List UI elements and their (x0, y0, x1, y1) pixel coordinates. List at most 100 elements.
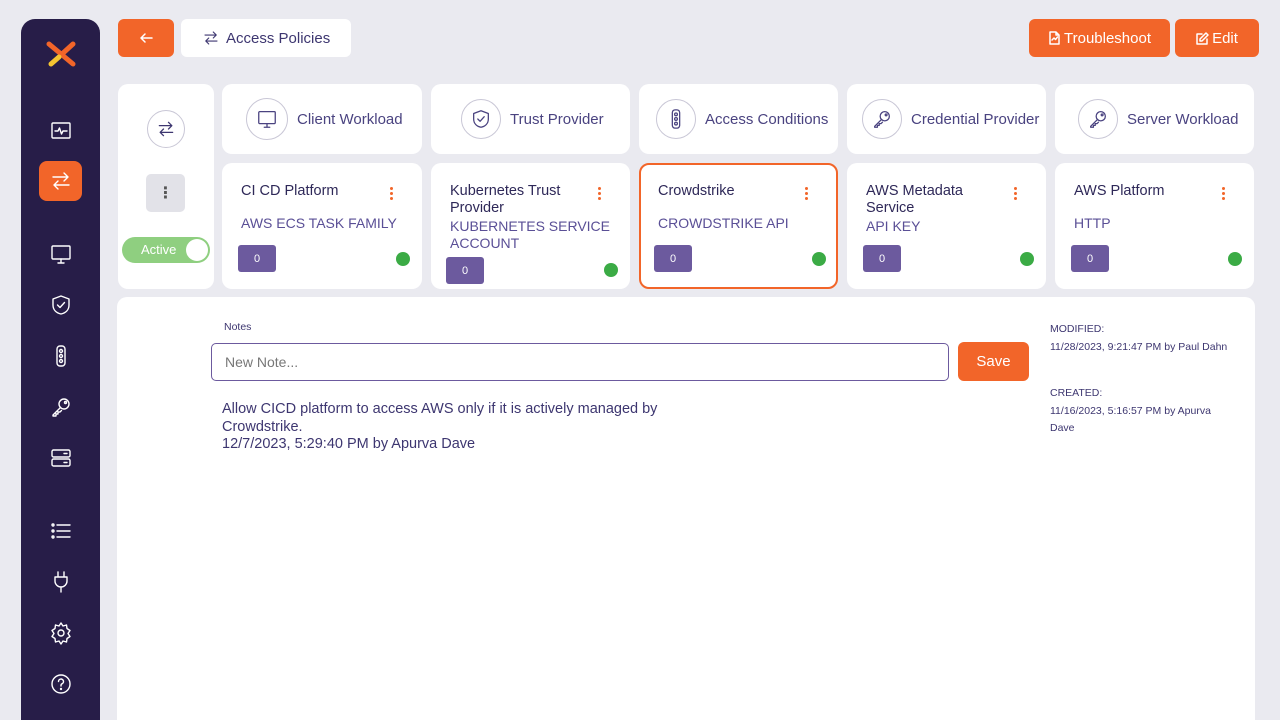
policy-control-panel: ⋮ Active (118, 84, 214, 289)
card-menu-button[interactable] (598, 187, 602, 202)
count-badge: 0 (238, 245, 276, 272)
access-conditions-card[interactable]: Crowdstrike CROWDSTRIKE API 0 (639, 163, 838, 289)
notes-label: Notes (224, 321, 252, 333)
status-indicator (1228, 252, 1242, 266)
help-icon (50, 674, 71, 694)
document-icon (1049, 31, 1060, 45)
status-indicator (812, 252, 826, 266)
note-author: 12/7/2023, 5:29:40 PM by Apurva Dave (222, 436, 476, 452)
aembit-logo (46, 41, 76, 67)
nav-client-workload[interactable] (39, 234, 82, 274)
header-label: Access Conditions (705, 110, 829, 128)
modified-value: 11/28/2023, 9:21:47 PM by Paul Dahn (1050, 340, 1228, 353)
status-indicator (396, 252, 410, 266)
count-badge: 0 (1071, 245, 1109, 272)
count-badge: 0 (654, 245, 692, 272)
card-subtitle: AWS ECS TASK FAMILY (241, 215, 397, 231)
credential-provider-icon (51, 398, 70, 417)
header-trust-provider[interactable]: Trust Provider (431, 84, 630, 154)
count-badge: 0 (863, 245, 901, 272)
trust-provider-icon (51, 295, 70, 315)
monitor-icon (258, 111, 276, 128)
nav-activity[interactable] (39, 111, 82, 151)
activity-monitor-icon (50, 122, 71, 139)
notes-panel: Notes Save Allow CICD platform to access… (117, 297, 1255, 720)
card-title: CI CD Platform (241, 183, 339, 199)
nav-access-policies[interactable] (39, 161, 82, 201)
count-badge: 0 (446, 257, 484, 284)
key-icon (1090, 111, 1106, 128)
header-client-workload[interactable]: Client Workload (222, 84, 422, 154)
server-workload-icon (50, 449, 71, 467)
edit-icon (1196, 31, 1209, 45)
note-input[interactable] (211, 343, 949, 381)
card-menu-button[interactable] (1222, 187, 1226, 202)
header-credential-provider[interactable]: Credential Provider (847, 84, 1046, 154)
card-menu-button[interactable] (1014, 187, 1018, 202)
nav-server-workload[interactable] (39, 438, 82, 478)
access-policies-icon (158, 121, 174, 137)
access-policies-icon (51, 172, 70, 190)
access-conditions-icon (55, 345, 66, 367)
status-indicator (1020, 252, 1034, 266)
server-workload-card[interactable]: AWS Platform HTTP 0 (1055, 163, 1254, 289)
toggle-knob (186, 239, 208, 261)
nav-integrations[interactable] (39, 562, 82, 602)
created-label: CREATED: (1050, 387, 1103, 399)
policy-icon-button[interactable] (147, 110, 185, 148)
header-access-conditions[interactable]: Access Conditions (639, 84, 838, 154)
back-button[interactable] (118, 19, 174, 57)
credential-provider-card[interactable]: AWS Metadata Service API KEY 0 (847, 163, 1046, 289)
nav-help[interactable] (39, 664, 82, 704)
card-title: AWS Platform (1074, 183, 1165, 199)
header-label: Credential Provider (911, 110, 1040, 128)
header-label: Trust Provider (510, 110, 604, 128)
troubleshoot-button[interactable]: Troubleshoot (1029, 19, 1170, 57)
nav-access-conditions[interactable] (39, 336, 82, 376)
active-toggle-label: Active (141, 242, 177, 257)
trust-provider-card[interactable]: Kubernetes Trust Provider KUBERNETES SER… (431, 163, 630, 289)
card-title: Crowdstrike (658, 183, 735, 199)
client-workload-card[interactable]: CI CD Platform AWS ECS TASK FAMILY 0 (222, 163, 422, 289)
nav-list[interactable] (39, 511, 82, 551)
active-toggle[interactable]: Active (122, 237, 210, 263)
arrow-left-icon (140, 33, 153, 43)
created-info: CREATED: 11/16/2023, 5:16:57 PM by Apurv… (1050, 385, 1230, 438)
modified-label: MODIFIED: (1050, 323, 1105, 335)
breadcrumb: Access Policies (181, 19, 351, 57)
edit-label: Edit (1212, 29, 1238, 47)
plug-icon (53, 571, 68, 593)
shield-check-icon (473, 110, 489, 128)
access-policies-icon (204, 31, 218, 45)
modified-info: MODIFIED: 11/28/2023, 9:21:47 PM by Paul… (1050, 321, 1230, 356)
settings-icon (50, 622, 71, 645)
nav-credential-provider[interactable] (39, 387, 82, 427)
card-menu-button[interactable] (805, 187, 809, 202)
troubleshoot-label: Troubleshoot (1064, 29, 1151, 47)
edit-button[interactable]: Edit (1175, 19, 1259, 57)
card-title: AWS Metadata Service (866, 183, 963, 216)
list-icon (50, 523, 71, 539)
note-text: Allow CICD platform to access AWS only i… (222, 401, 658, 435)
status-indicator (604, 263, 618, 277)
card-subtitle: KUBERNETES SERVICE ACCOUNT (450, 218, 611, 251)
note-entry: Allow CICD platform to access AWS only i… (222, 401, 682, 454)
card-title: Kubernetes Trust Provider (450, 183, 561, 216)
key-icon (874, 111, 890, 128)
nav-settings[interactable] (39, 613, 82, 653)
header-server-workload[interactable]: Server Workload (1055, 84, 1254, 154)
client-workload-icon (50, 245, 71, 264)
nav-trust-provider[interactable] (39, 285, 82, 325)
sidebar (21, 19, 100, 720)
created-value: 11/16/2023, 5:16:57 PM by Apurva Dave (1050, 404, 1211, 435)
traffic-light-icon (671, 109, 681, 129)
breadcrumb-label: Access Policies (226, 29, 331, 47)
card-subtitle: HTTP (1074, 215, 1111, 231)
card-subtitle: API KEY (866, 218, 921, 234)
policy-menu-button[interactable]: ⋮ (146, 174, 185, 212)
save-note-button[interactable]: Save (958, 342, 1029, 381)
header-label: Client Workload (297, 110, 403, 128)
header-label: Server Workload (1127, 110, 1239, 128)
card-subtitle: CROWDSTRIKE API (658, 215, 789, 231)
card-menu-button[interactable] (390, 187, 394, 202)
